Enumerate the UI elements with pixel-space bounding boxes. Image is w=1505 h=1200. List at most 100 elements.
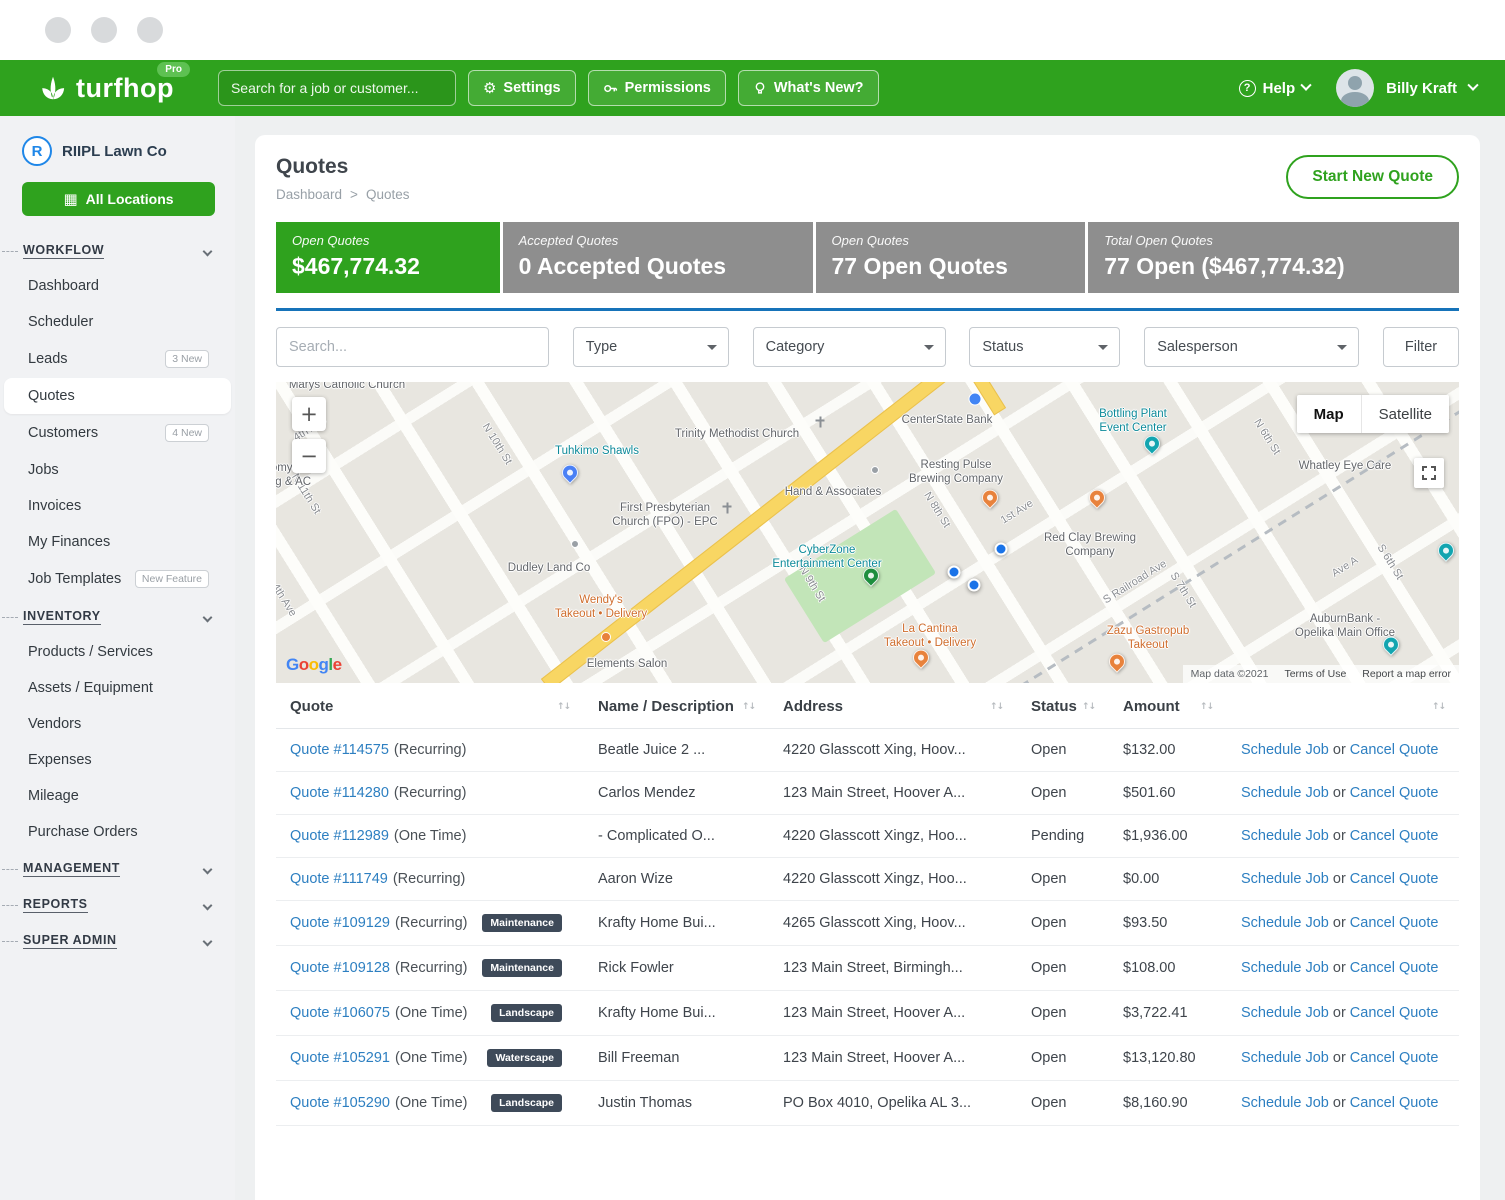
quote-link[interactable]: Quote #109128: [290, 960, 390, 976]
column-header-amount[interactable]: Amount↑↓: [1109, 685, 1227, 729]
sidebar-item-vendors[interactable]: Vendors: [0, 706, 235, 742]
sort-icon[interactable]: ↑↓: [990, 702, 1003, 712]
map-pin-whatley[interactable]: [1435, 539, 1458, 562]
sidebar-item-assets-equipment[interactable]: Assets / Equipment: [0, 670, 235, 706]
sidebar-item-jobs[interactable]: Jobs: [0, 452, 235, 488]
permissions-button[interactable]: Permissions: [588, 70, 726, 106]
zoom-in-button[interactable]: +: [292, 397, 326, 431]
sidebar-item-mileage[interactable]: Mileage: [0, 778, 235, 814]
schedule-job-link[interactable]: Schedule Job: [1241, 742, 1329, 758]
quote-link[interactable]: Quote #112989: [290, 828, 389, 844]
cancel-quote-link[interactable]: Cancel Quote: [1350, 742, 1439, 758]
map-quote-marker[interactable]: [968, 579, 981, 592]
sidebar-section-management[interactable]: MANAGEMENT: [0, 850, 235, 886]
sort-icon[interactable]: ↑↓: [557, 702, 570, 712]
category-select[interactable]: Category: [753, 327, 946, 367]
breadcrumb-dashboard[interactable]: Dashboard: [276, 187, 342, 202]
sidebar-item-quotes[interactable]: Quotes: [4, 378, 231, 414]
schedule-job-link[interactable]: Schedule Job: [1241, 915, 1329, 931]
map-pin-zazu[interactable]: [1106, 650, 1129, 673]
sort-icon[interactable]: ↑↓: [1082, 702, 1095, 712]
start-new-quote-button[interactable]: Start New Quote: [1286, 155, 1459, 199]
sidebar-section-super-admin[interactable]: SUPER ADMIN: [0, 922, 235, 958]
quote-link[interactable]: Quote #111749: [290, 871, 388, 887]
sidebar-item-customers[interactable]: Customers4 New: [0, 414, 235, 452]
quote-link[interactable]: Quote #105291: [290, 1050, 390, 1066]
column-header-address[interactable]: Address↑↓: [769, 685, 1017, 729]
zoom-out-button[interactable]: −: [292, 439, 326, 473]
sidebar-section-reports[interactable]: REPORTS: [0, 886, 235, 922]
quote-link[interactable]: Quote #105290: [290, 1095, 390, 1111]
map-pin-tuhkimo[interactable]: [559, 461, 582, 484]
sidebar-section-inventory[interactable]: INVENTORY: [0, 598, 235, 634]
cancel-quote-link[interactable]: Cancel Quote: [1350, 1050, 1439, 1066]
brand-logo[interactable]: turfhop Pro: [38, 73, 174, 104]
company-switcher[interactable]: R RIIPL Lawn Co: [0, 128, 235, 176]
map-marker-dot[interactable]: [571, 540, 579, 548]
map-quote-marker[interactable]: [948, 566, 961, 579]
status-select[interactable]: Status: [969, 327, 1120, 367]
map[interactable]: 4th Ave N 11th St N 10th St N 9th St N 8…: [276, 382, 1459, 683]
terms-link[interactable]: Terms of Use: [1284, 668, 1346, 680]
sidebar-item-dashboard[interactable]: Dashboard: [0, 268, 235, 304]
stat-open-quotes-count[interactable]: Open Quotes 77 Open Quotes: [816, 222, 1086, 293]
sidebar-item-scheduler[interactable]: Scheduler: [0, 304, 235, 340]
window-control-dot[interactable]: [45, 17, 71, 43]
schedule-job-link[interactable]: Schedule Job: [1241, 871, 1329, 887]
chevron-down-icon[interactable]: [1467, 80, 1478, 91]
fullscreen-button[interactable]: [1414, 458, 1444, 488]
column-header-name[interactable]: Name / Description↑↓: [584, 685, 769, 729]
sidebar-item-leads[interactable]: Leads3 New: [0, 340, 235, 378]
window-control-dot[interactable]: [91, 17, 117, 43]
cancel-quote-link[interactable]: Cancel Quote: [1350, 960, 1439, 976]
satellite-view-button[interactable]: Satellite: [1361, 395, 1449, 433]
map-view-button[interactable]: Map: [1297, 395, 1361, 433]
type-select[interactable]: Type: [573, 327, 729, 367]
schedule-job-link[interactable]: Schedule Job: [1241, 1095, 1329, 1111]
whats-new-button[interactable]: What's New?: [738, 70, 879, 106]
report-link[interactable]: Report a map error: [1362, 668, 1451, 680]
sidebar-item-expenses[interactable]: Expenses: [0, 742, 235, 778]
cancel-quote-link[interactable]: Cancel Quote: [1350, 915, 1439, 931]
column-header-quote[interactable]: Quote↑↓: [276, 685, 584, 729]
map-pin-red-clay[interactable]: [1086, 486, 1109, 509]
stat-open-quotes-amount[interactable]: Open Quotes $467,774.32: [276, 222, 500, 293]
sidebar-item-invoices[interactable]: Invoices: [0, 488, 235, 524]
all-locations-button[interactable]: ▦ All Locations: [22, 182, 215, 216]
map-marker-wendys[interactable]: [601, 632, 611, 642]
sidebar-item-purchase-orders[interactable]: Purchase Orders: [0, 814, 235, 850]
map-marker-dot[interactable]: [871, 466, 879, 474]
stat-total-open[interactable]: Total Open Quotes 77 Open ($467,774.32): [1088, 222, 1459, 293]
salesperson-select[interactable]: Salesperson: [1144, 327, 1359, 367]
schedule-job-link[interactable]: Schedule Job: [1241, 960, 1329, 976]
schedule-job-link[interactable]: Schedule Job: [1241, 785, 1329, 801]
schedule-job-link[interactable]: Schedule Job: [1241, 1005, 1329, 1021]
window-control-dot[interactable]: [137, 17, 163, 43]
global-search-input[interactable]: [218, 70, 456, 106]
column-header-actions[interactable]: ↑↓: [1227, 685, 1459, 729]
sort-icon[interactable]: ↑↓: [1200, 702, 1213, 712]
quote-link[interactable]: Quote #109129: [290, 915, 390, 931]
sort-icon[interactable]: ↑↓: [1432, 702, 1445, 712]
schedule-job-link[interactable]: Schedule Job: [1241, 1050, 1329, 1066]
cancel-quote-link[interactable]: Cancel Quote: [1350, 871, 1439, 887]
map-pin-resting-pulse[interactable]: [979, 486, 1002, 509]
quote-link[interactable]: Quote #114575: [290, 742, 389, 758]
filter-button[interactable]: Filter: [1383, 327, 1459, 367]
google-logo[interactable]: Google: [286, 655, 342, 675]
column-header-status[interactable]: Status↑↓: [1017, 685, 1109, 729]
stat-accepted-quotes[interactable]: Accepted Quotes 0 Accepted Quotes: [503, 222, 813, 293]
quotes-search-input[interactable]: [276, 327, 549, 367]
map-marker-bank[interactable]: [969, 393, 982, 406]
user-menu[interactable]: Billy Kraft: [1386, 80, 1457, 97]
cancel-quote-link[interactable]: Cancel Quote: [1350, 828, 1439, 844]
cancel-quote-link[interactable]: Cancel Quote: [1350, 1095, 1439, 1111]
map-quote-marker[interactable]: [995, 543, 1008, 556]
quote-link[interactable]: Quote #114280: [290, 785, 389, 801]
cancel-quote-link[interactable]: Cancel Quote: [1350, 785, 1439, 801]
cancel-quote-link[interactable]: Cancel Quote: [1350, 1005, 1439, 1021]
sidebar-item-products-services[interactable]: Products / Services: [0, 634, 235, 670]
sidebar-item-job-templates[interactable]: Job TemplatesNew Feature: [0, 560, 235, 598]
help-menu[interactable]: ? Help: [1239, 80, 1311, 97]
schedule-job-link[interactable]: Schedule Job: [1241, 828, 1329, 844]
